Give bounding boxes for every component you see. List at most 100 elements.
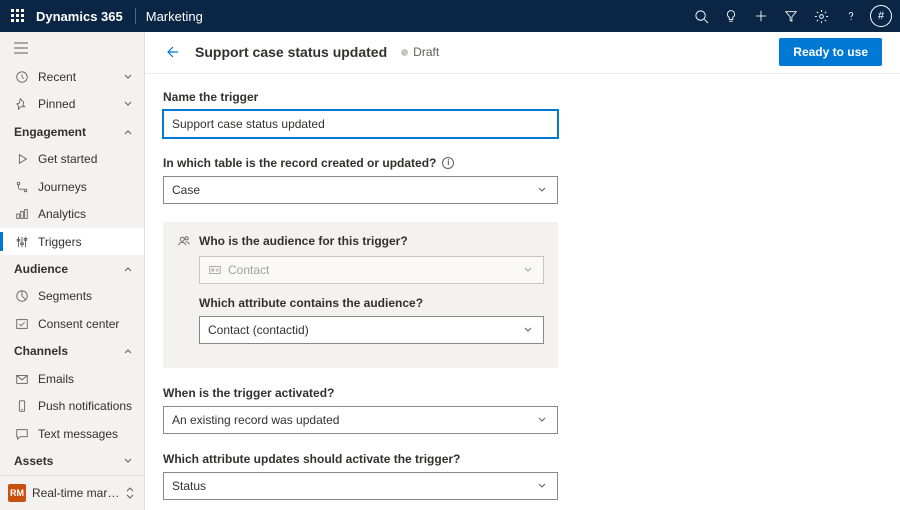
area-badge: RM <box>8 484 26 502</box>
back-icon[interactable] <box>163 42 183 62</box>
journey-icon <box>14 179 30 195</box>
sidebar: Recent Pinned Engagement Get started Jou… <box>0 32 145 510</box>
lightbulb-icon[interactable] <box>716 0 746 32</box>
name-input-value: Support case status updated <box>172 117 325 131</box>
field-table: In which table is the record created or … <box>163 156 558 204</box>
help-icon[interactable] <box>836 0 866 32</box>
sidebar-item-label: Get started <box>38 152 134 166</box>
sidebar-section-label: Channels <box>14 344 122 358</box>
audience-entity-select: Contact <box>199 256 544 284</box>
activation-select[interactable]: An existing record was updated <box>163 406 558 434</box>
sidebar-section-assets[interactable]: Assets <box>0 447 144 474</box>
area-label: Marketing <box>146 9 203 24</box>
audience-panel: Who is the audience for this trigger? Co… <box>163 222 558 368</box>
audience-header: Who is the audience for this trigger? <box>177 234 544 248</box>
chevron-down-icon <box>537 184 549 196</box>
chat-icon <box>14 426 30 442</box>
sidebar-section-channels[interactable]: Channels <box>0 338 144 365</box>
chevron-down-icon <box>523 264 535 276</box>
triggers-icon <box>14 234 30 250</box>
sidebar-item-push[interactable]: Push notifications <box>0 392 144 419</box>
search-icon[interactable] <box>686 0 716 32</box>
avatar[interactable]: # <box>870 5 892 27</box>
filter-icon[interactable] <box>776 0 806 32</box>
field-activation-label: When is the trigger activated? <box>163 386 558 400</box>
sidebar-item-get-started[interactable]: Get started <box>0 146 144 173</box>
audience-entity-value: Contact <box>228 263 269 277</box>
area-switcher[interactable]: RM Real-time marketi... <box>0 475 144 510</box>
add-icon[interactable] <box>746 0 776 32</box>
sidebar-item-segments[interactable]: Segments <box>0 283 144 310</box>
analytics-icon <box>14 206 30 222</box>
name-input[interactable]: Support case status updated <box>163 110 558 138</box>
sidebar-item-triggers[interactable]: Triggers <box>0 228 144 255</box>
audience-attr-value: Contact (contactid) <box>208 323 309 337</box>
table-select[interactable]: Case <box>163 176 558 204</box>
people-icon <box>177 234 191 248</box>
field-table-label: In which table is the record created or … <box>163 156 558 170</box>
clock-icon <box>14 69 30 85</box>
card-icon <box>208 263 222 277</box>
form: Name the trigger Support case status upd… <box>145 74 900 510</box>
sidebar-item-emails[interactable]: Emails <box>0 365 144 392</box>
updown-icon <box>124 487 136 499</box>
update-attr-select[interactable]: Status <box>163 472 558 500</box>
play-icon <box>14 151 30 167</box>
app-launcher-icon[interactable] <box>8 9 28 23</box>
gear-icon[interactable] <box>806 0 836 32</box>
sidebar-section-label: Engagement <box>14 125 122 139</box>
sidebar-item-label: Segments <box>38 289 134 303</box>
sidebar-item-label: Text messages <box>38 427 134 441</box>
sidebar-item-label: Pinned <box>38 97 122 111</box>
info-icon[interactable]: i <box>442 157 454 169</box>
field-name-label: Name the trigger <box>163 90 558 104</box>
status-badge: Draft <box>401 45 439 59</box>
sidebar-item-journeys[interactable]: Journeys <box>0 173 144 200</box>
topbar: Dynamics 365 Marketing # <box>0 0 900 32</box>
main: Support case status updated Draft Ready … <box>145 32 900 510</box>
sidebar-section-label: Audience <box>14 262 122 276</box>
chevron-up-icon <box>122 126 134 138</box>
chevron-up-icon <box>122 345 134 357</box>
sidebar-item-label: Emails <box>38 372 134 386</box>
status-dot-icon <box>401 49 408 56</box>
audience-attr-label: Which attribute contains the audience? <box>199 296 544 310</box>
push-icon <box>14 398 30 414</box>
field-activation: When is the trigger activated? An existi… <box>163 386 558 434</box>
sidebar-section-engagement[interactable]: Engagement <box>0 118 144 145</box>
field-update-attr-label: Which attribute updates should activate … <box>163 452 558 466</box>
sidebar-item-label: Triggers <box>38 235 134 249</box>
sidebar-item-analytics[interactable]: Analytics <box>0 200 144 227</box>
area-label: Real-time marketi... <box>32 486 124 500</box>
page-title: Support case status updated <box>195 44 387 60</box>
audience-attr-select[interactable]: Contact (contactid) <box>199 316 544 344</box>
sidebar-item-label: Consent center <box>38 317 134 331</box>
sidebar-item-label: Push notifications <box>38 399 134 413</box>
sidebar-item-label: Analytics <box>38 207 134 221</box>
audience-header-label: Who is the audience for this trigger? <box>199 234 408 248</box>
email-icon <box>14 371 30 387</box>
sidebar-item-consent-center[interactable]: Consent center <box>0 310 144 337</box>
consent-icon <box>14 316 30 332</box>
page-header: Support case status updated Draft Ready … <box>145 32 900 74</box>
segments-icon <box>14 288 30 304</box>
activation-value: An existing record was updated <box>172 413 339 427</box>
sidebar-item-label: Journeys <box>38 180 134 194</box>
field-name: Name the trigger Support case status upd… <box>163 90 558 138</box>
brand-label: Dynamics 365 <box>36 9 123 24</box>
chevron-down-icon <box>122 71 134 83</box>
hamburger-icon[interactable] <box>0 32 144 63</box>
chevron-down-icon <box>537 480 549 492</box>
table-select-value: Case <box>172 183 200 197</box>
field-update-attr: Which attribute updates should activate … <box>163 452 558 500</box>
sidebar-item-recent[interactable]: Recent <box>0 63 144 90</box>
sidebar-item-label: Recent <box>38 70 122 84</box>
chevron-down-icon <box>523 324 535 336</box>
pin-icon <box>14 96 30 112</box>
topbar-divider <box>135 8 136 24</box>
sidebar-section-audience[interactable]: Audience <box>0 255 144 282</box>
sidebar-item-pinned[interactable]: Pinned <box>0 91 144 118</box>
sidebar-item-text-messages[interactable]: Text messages <box>0 420 144 447</box>
ready-to-use-button[interactable]: Ready to use <box>779 38 882 66</box>
chevron-down-icon <box>122 455 134 467</box>
